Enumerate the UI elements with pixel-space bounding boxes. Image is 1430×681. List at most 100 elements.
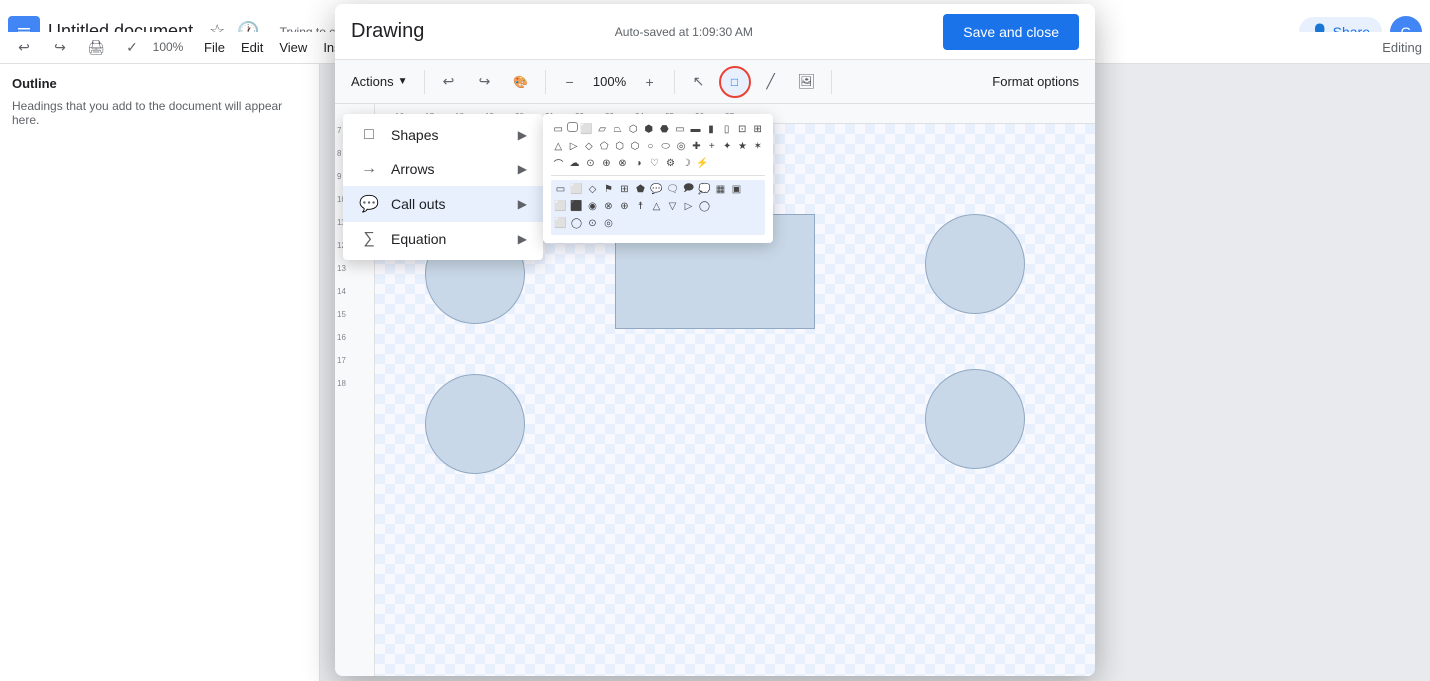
shape-c5[interactable]: ⊗ (615, 156, 630, 171)
doc-zoom-btn[interactable]: 100% (152, 31, 184, 63)
shape-c8[interactable]: ⚙ (663, 156, 678, 171)
shape-hex1[interactable]: ⬢ (642, 122, 657, 137)
shape-rect-1[interactable]: ▭ (551, 122, 566, 137)
callout-b1[interactable]: ▦ (713, 182, 728, 197)
shape-rounded-rect[interactable] (567, 122, 579, 132)
shape-c3[interactable]: ⊙ (583, 156, 598, 171)
shape-oct[interactable]: ⬣ (657, 122, 672, 137)
shape-box1[interactable]: ▭ (673, 122, 688, 137)
select-button[interactable]: ↖ (683, 66, 715, 98)
callout-d5[interactable]: ⊕ (617, 199, 632, 214)
dialog-title: Drawing (351, 20, 424, 43)
callout-e4[interactable]: ◎ (601, 216, 616, 231)
callout-b2[interactable]: ▣ (729, 182, 744, 197)
redo-button[interactable]: ↪ (469, 66, 501, 98)
callout-thought[interactable]: 💭 (697, 182, 712, 197)
callout-tab[interactable]: ⊞ (617, 182, 632, 197)
callout-d10[interactable]: ◯ (697, 199, 712, 214)
doc-undo-btn[interactable]: ↩ (8, 31, 40, 63)
callout-speech1[interactable]: 💬 (649, 182, 664, 197)
callout-d8[interactable]: ▽ (665, 199, 680, 214)
shape-c7[interactable]: ♡ (647, 156, 662, 171)
menu-item-equation[interactable]: ∑ Equation ▶ (343, 222, 543, 256)
circle-top-right (925, 214, 1025, 314)
arrows-label: Arrows (391, 161, 435, 177)
shape-oct2[interactable]: ⬡ (628, 139, 642, 154)
callout-badge[interactable]: ⬟ (633, 182, 648, 197)
shape-parallelogram[interactable]: ▱ (595, 122, 610, 137)
save-close-button[interactable]: Save and close (943, 14, 1079, 50)
shapes-icon: □ (359, 126, 379, 144)
shape-diamond-rect[interactable]: ⬡ (626, 122, 641, 137)
doc-redo-btn[interactable]: ↪ (44, 31, 76, 63)
menu-item-callouts[interactable]: 💬 Call outs ▶ (343, 186, 543, 222)
shape-tri1[interactable]: △ (551, 139, 565, 154)
actions-button[interactable]: Actions ▼ (343, 66, 416, 98)
shape-star4[interactable]: ✦ (720, 139, 734, 154)
submenu-separator (551, 175, 765, 176)
image-insert-button[interactable]: 🖼 (791, 66, 823, 98)
callout-speech3[interactable]: 🗩 (681, 182, 696, 197)
menu-file[interactable]: File (196, 36, 233, 59)
shape-pent[interactable]: ⬠ (597, 139, 611, 154)
callout-d4[interactable]: ⊗ (601, 199, 616, 214)
callout-speech2[interactable]: 🗨 (665, 182, 680, 197)
menu-view[interactable]: View (271, 36, 315, 59)
line-tool-button[interactable]: ╱ (755, 66, 787, 98)
zoom-in-button[interactable]: + (634, 66, 666, 98)
menu-item-arrows[interactable]: → Arrows ▶ (343, 152, 543, 186)
menu-edit[interactable]: Edit (233, 36, 271, 59)
shape-box6[interactable]: ⊞ (750, 122, 765, 137)
shape-c1[interactable]: ⌒ (551, 156, 566, 171)
callout-diamond[interactable]: ◇ (585, 182, 600, 197)
shape-circ[interactable]: ○ (643, 139, 657, 154)
shape-tri2[interactable]: ▷ (566, 139, 580, 154)
shape-plus[interactable]: + (705, 139, 719, 154)
shape-snipped-rect[interactable]: ⬜ (579, 122, 594, 137)
callouts-label: Call outs (391, 196, 445, 212)
callout-d7[interactable]: △ (649, 199, 664, 214)
shape-cross[interactable]: ✚ (689, 139, 703, 154)
shape-c10[interactable]: ⚡ (695, 156, 710, 171)
callout-rect[interactable]: ▭ (553, 182, 568, 197)
callout-d1[interactable]: ⬜ (553, 199, 568, 214)
callout-d2[interactable]: ⬛ (569, 199, 584, 214)
format-options-button[interactable]: Format options (984, 66, 1087, 98)
shape-box4[interactable]: ▯ (719, 122, 734, 137)
doc-spellcheck-btn[interactable]: ✓ (116, 31, 148, 63)
insert-dropdown-menu: □ Shapes ▶ → Arrows ▶ 💬 Call outs ▶ ∑ Eq… (343, 114, 543, 260)
callout-flag[interactable]: ⚑ (601, 182, 616, 197)
dialog-content: 7 8 9 10 11 12 13 14 15 16 17 18 16 17 1… (335, 104, 1095, 676)
shape-box3[interactable]: ▮ (704, 122, 719, 137)
circle-bottom-right (925, 369, 1025, 469)
shape-hex2[interactable]: ⬡ (612, 139, 626, 154)
shape-ring[interactable]: ◎ (674, 139, 688, 154)
shape-trapezoid[interactable]: ⏢ (610, 122, 625, 137)
doc-print-btn[interactable]: 🖨 (80, 31, 112, 63)
callout-d9[interactable]: ▷ (681, 199, 696, 214)
callout-e3[interactable]: ⊙ (585, 216, 600, 231)
callout-e2[interactable]: ◯ (569, 216, 584, 231)
callout-d3[interactable]: ◉ (585, 199, 600, 214)
shape-c9[interactable]: ☽ (679, 156, 694, 171)
callout-e1[interactable]: ⬜ (553, 216, 568, 231)
callout-d6[interactable]: ☨ (633, 199, 648, 214)
callouts-section: ▭ ⬜ ◇ ⚑ ⊞ ⬟ 💬 🗨 🗩 💭 ▦ ▣ ⬜ ⬛ ◉ (551, 180, 765, 235)
shape-box5[interactable]: ⊡ (735, 122, 750, 137)
shape-star6[interactable]: ✶ (751, 139, 765, 154)
shape-tri3[interactable]: ◇ (582, 139, 596, 154)
shape-ellip[interactable]: ⬭ (659, 139, 673, 154)
shape-insert-button[interactable]: □ (719, 66, 751, 98)
dialog-header: Drawing Auto-saved at 1:09:30 AM Save an… (335, 4, 1095, 60)
shape-star5[interactable]: ★ (735, 139, 749, 154)
shape-c4[interactable]: ⊕ (599, 156, 614, 171)
shape-box2[interactable]: ▬ (688, 122, 703, 137)
shape-c2[interactable]: ☁ (567, 156, 582, 171)
menu-item-shapes[interactable]: □ Shapes ▶ (343, 118, 543, 152)
shape-c6[interactable]: ◑ (631, 156, 646, 171)
shapes-row-1: ▭ ⬜ ▱ ⏢ ⬡ ⬢ ⬣ ▭ ▬ ▮ ▯ ⊡ ⊞ (551, 122, 765, 137)
undo-button[interactable]: ↩ (433, 66, 465, 98)
zoom-out-button[interactable]: − (554, 66, 586, 98)
callout-rounded[interactable]: ⬜ (569, 182, 584, 197)
paint-format-button[interactable]: 🎨 (505, 66, 537, 98)
